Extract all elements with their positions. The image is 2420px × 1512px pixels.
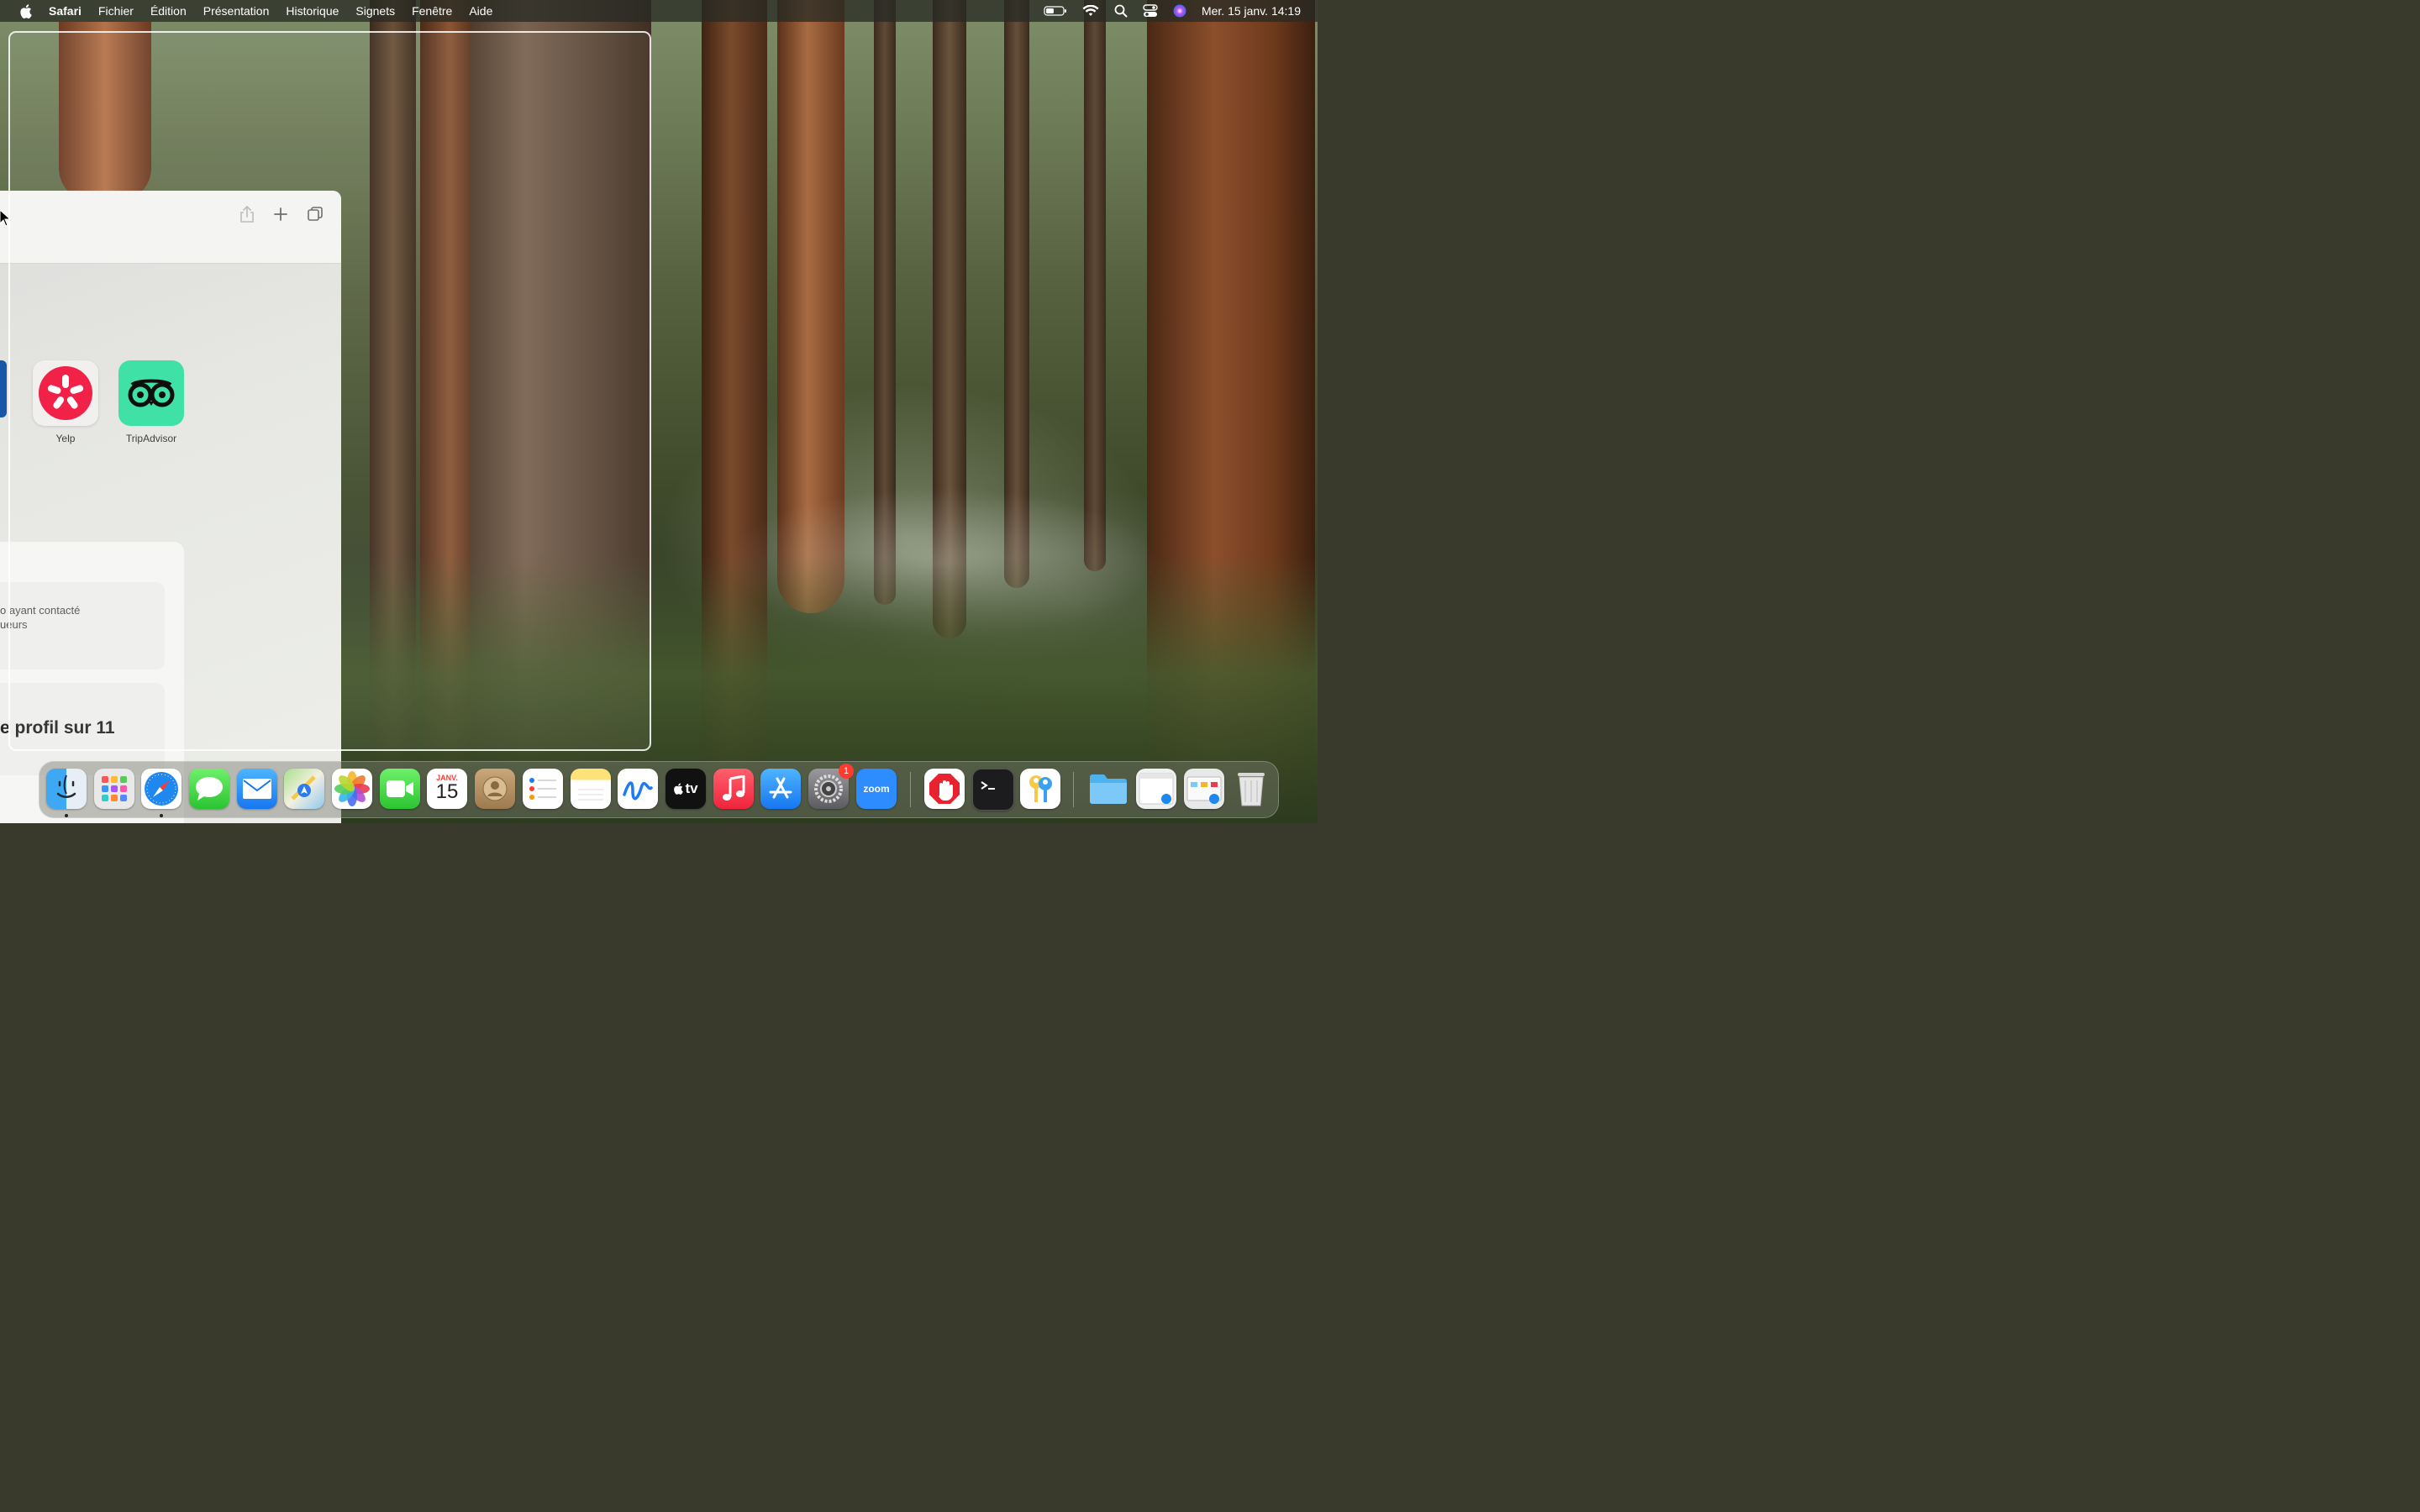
zoom-icon[interactable]: zoom xyxy=(856,769,897,809)
notes-icon[interactable] xyxy=(571,769,611,809)
window-snap-frame xyxy=(8,31,651,751)
menu-fichier[interactable]: Fichier xyxy=(98,4,134,18)
menu-edition[interactable]: Édition xyxy=(150,4,187,18)
dock: JANV. 15 tv 1 zoom xyxy=(39,761,1279,818)
favorite-tile-partial[interactable] xyxy=(0,360,7,417)
minimized-window-icon[interactable] xyxy=(1184,769,1224,809)
menu-presentation[interactable]: Présentation xyxy=(203,4,270,18)
system-settings-icon[interactable]: 1 xyxy=(808,764,854,809)
keychain-icon[interactable] xyxy=(1020,769,1060,809)
finder-icon[interactable] xyxy=(46,769,87,809)
siri-icon[interactable] xyxy=(1173,4,1186,18)
menu-historique[interactable]: Historique xyxy=(286,4,339,18)
menu-fenetre[interactable]: Fenêtre xyxy=(412,4,452,18)
menu-aide[interactable]: Aide xyxy=(469,4,492,18)
wifi-icon[interactable] xyxy=(1082,4,1099,18)
messages-icon[interactable] xyxy=(189,769,229,809)
minimized-window-icon[interactable] xyxy=(1136,769,1176,809)
running-indicator xyxy=(65,814,68,817)
terminal-icon[interactable] xyxy=(972,769,1014,811)
mail-icon[interactable] xyxy=(237,769,277,809)
reminders-icon[interactable] xyxy=(523,769,563,809)
menu-signets[interactable]: Signets xyxy=(355,4,395,18)
folder-icon[interactable] xyxy=(1088,769,1128,809)
battery-icon[interactable] xyxy=(1044,5,1067,17)
menu-bar: Safari Fichier Édition Présentation Hist… xyxy=(0,0,1318,22)
launchpad-icon[interactable] xyxy=(94,769,134,809)
notification-badge: 1 xyxy=(839,764,854,779)
contacts-icon[interactable] xyxy=(475,769,515,809)
tree-trunk xyxy=(1084,0,1106,571)
maps-icon[interactable] xyxy=(284,769,324,809)
menu-clock[interactable]: Mer. 15 janv. 14:19 xyxy=(1202,4,1301,18)
apple-tv-icon[interactable]: tv xyxy=(666,769,706,809)
apple-menu-icon[interactable] xyxy=(18,3,32,18)
spotlight-icon[interactable] xyxy=(1114,4,1128,18)
app-store-icon[interactable] xyxy=(760,769,801,809)
safari-icon[interactable] xyxy=(141,769,182,809)
running-indicator xyxy=(160,814,163,817)
photos-icon[interactable] xyxy=(332,769,372,809)
freeform-icon[interactable] xyxy=(618,769,658,809)
facetime-icon[interactable] xyxy=(380,769,420,809)
apple-tv-label: tv xyxy=(685,780,698,796)
zoom-label: zoom xyxy=(863,783,890,795)
calendar-icon[interactable]: JANV. 15 xyxy=(427,769,467,809)
dock-separator xyxy=(1073,772,1074,807)
trash-icon[interactable] xyxy=(1231,769,1271,809)
dock-separator xyxy=(910,772,911,807)
calendar-day: 15 xyxy=(435,780,459,803)
music-icon[interactable] xyxy=(713,769,754,809)
adblock-icon[interactable] xyxy=(924,769,965,809)
control-center-icon[interactable] xyxy=(1143,4,1158,18)
menu-app-safari[interactable]: Safari xyxy=(49,4,82,18)
